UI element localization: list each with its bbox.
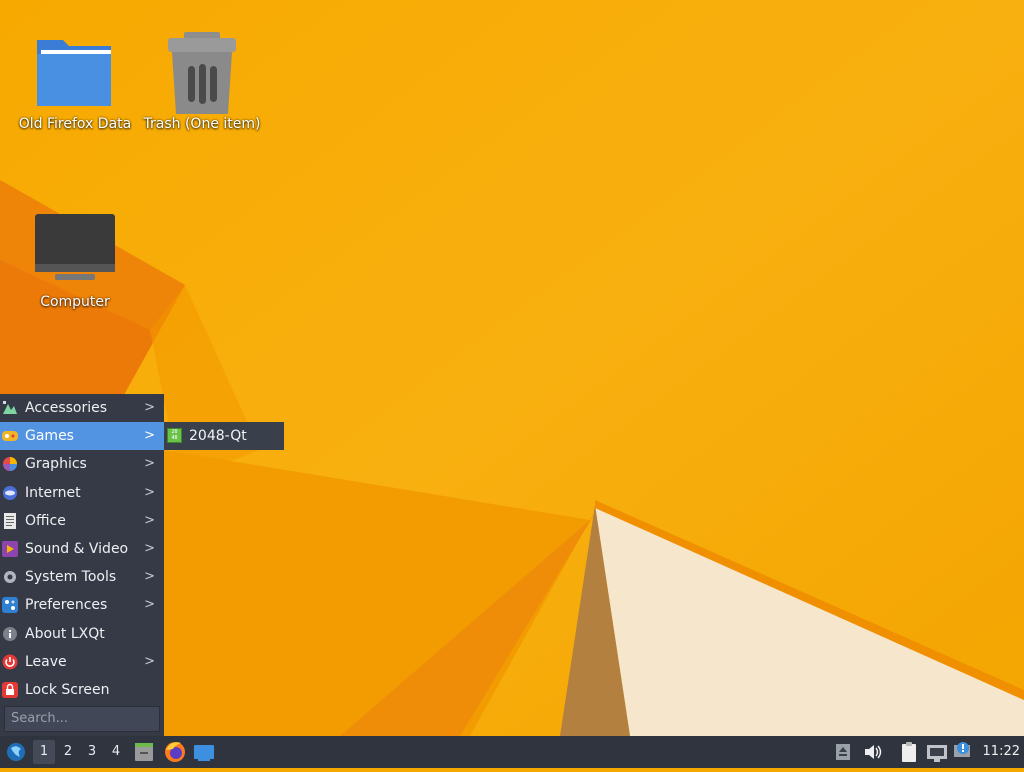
firefox-icon	[165, 742, 185, 762]
menu-item-accessories[interactable]: Accessories >	[0, 394, 164, 422]
file-manager-icon	[135, 743, 153, 761]
show-desktop-icon	[194, 745, 214, 761]
power-icon	[2, 654, 18, 670]
office-icon	[4, 512, 16, 529]
computer-icon	[33, 208, 117, 292]
menu-item-graphics[interactable]: Graphics >	[0, 450, 164, 478]
sound-video-icon	[2, 540, 18, 557]
menu-item-lock-screen[interactable]: Lock Screen	[0, 676, 164, 704]
menu-search-input[interactable]: Search...	[4, 706, 160, 732]
start-menu: Accessories > Games > Graphics > Interne…	[0, 394, 164, 736]
desktop-icon-old-firefox-data[interactable]: Old Firefox Data	[15, 30, 135, 132]
submenu-item-2048-qt[interactable]: 20 48 2048-Qt	[164, 422, 284, 450]
chevron-right-icon: >	[144, 540, 155, 556]
menu-item-about-lxqt[interactable]: About LXQt	[0, 620, 164, 648]
workspace-2-button[interactable]: 2	[57, 740, 79, 764]
chevron-right-icon: >	[144, 484, 155, 500]
submenu-item-label: 2048-Qt	[189, 428, 247, 444]
menu-item-label: Graphics	[25, 456, 87, 473]
desktop-icon-trash[interactable]: Trash (One item)	[142, 30, 262, 132]
folder-icon	[33, 30, 117, 114]
update-notifier-icon	[954, 742, 970, 757]
2048-qt-icon: 20 48	[167, 428, 182, 443]
menu-item-games[interactable]: Games >	[0, 422, 164, 451]
menu-item-label: Accessories	[25, 400, 108, 416]
chevron-right-icon: >	[144, 456, 155, 472]
system-tools-icon	[4, 571, 16, 584]
removable-media-button[interactable]	[834, 736, 852, 768]
menu-item-office[interactable]: Office >	[0, 507, 164, 535]
firefox-launcher[interactable]	[163, 736, 187, 768]
clipboard-icon	[902, 742, 916, 762]
chevron-right-icon: >	[144, 653, 155, 669]
removable-media-icon	[836, 744, 850, 760]
update-notifier-button[interactable]	[952, 736, 974, 768]
accessories-icon	[3, 401, 17, 414]
preferences-icon	[2, 597, 18, 614]
games-icon	[2, 431, 18, 442]
chevron-right-icon: >	[144, 597, 155, 613]
show-desktop-button[interactable]	[193, 736, 215, 768]
chevron-right-icon: >	[144, 569, 155, 585]
menu-item-internet[interactable]: Internet >	[0, 479, 164, 507]
menu-item-label: Lock Screen	[25, 681, 110, 698]
chevron-right-icon: >	[144, 428, 155, 444]
clock[interactable]: 11:22	[983, 736, 1020, 768]
menu-item-sound-video[interactable]: Sound & Video >	[0, 535, 164, 563]
file-manager-launcher[interactable]	[133, 736, 155, 768]
menu-item-label: Preferences	[25, 597, 108, 614]
menu-item-label: Games	[25, 428, 74, 445]
info-icon	[3, 626, 17, 641]
games-submenu: 20 48 2048-Qt	[164, 422, 284, 450]
menu-item-label: Leave	[25, 653, 67, 670]
internet-icon	[3, 485, 17, 500]
desktop-icon-label: Trash (One item)	[143, 116, 261, 132]
volume-button[interactable]	[862, 736, 884, 768]
lock-icon	[2, 681, 18, 698]
menu-item-system-tools[interactable]: System Tools >	[0, 563, 164, 591]
network-button[interactable]	[925, 736, 949, 768]
lxqt-logo-icon	[7, 743, 25, 761]
chevron-right-icon: >	[144, 400, 155, 415]
menu-item-label: System Tools	[25, 569, 117, 586]
desktop-icon-label: Old Firefox Data	[18, 116, 132, 132]
desktop-icon-computer[interactable]: Computer	[15, 208, 135, 310]
graphics-icon	[3, 457, 17, 472]
clipboard-button[interactable]	[898, 736, 920, 768]
workspace-3-button[interactable]: 3	[81, 740, 103, 764]
taskbar: 1 2 3 4 11:22	[0, 736, 1024, 768]
menu-item-leave[interactable]: Leave >	[0, 648, 164, 676]
network-icon	[927, 745, 947, 762]
menu-item-label: Internet	[25, 484, 81, 501]
menu-item-label: Office	[25, 512, 66, 529]
volume-icon	[865, 745, 882, 759]
menu-item-label: Sound & Video	[25, 540, 129, 557]
main-menu-button[interactable]	[4, 736, 28, 768]
menu-item-label: About LXQt	[25, 625, 105, 642]
desktop-icon-label: Computer	[40, 294, 110, 310]
workspace-1-button[interactable]: 1	[33, 740, 55, 764]
trash-icon	[160, 30, 244, 114]
menu-item-preferences[interactable]: Preferences >	[0, 591, 164, 619]
chevron-right-icon: >	[144, 512, 155, 528]
workspace-4-button[interactable]: 4	[105, 740, 127, 764]
